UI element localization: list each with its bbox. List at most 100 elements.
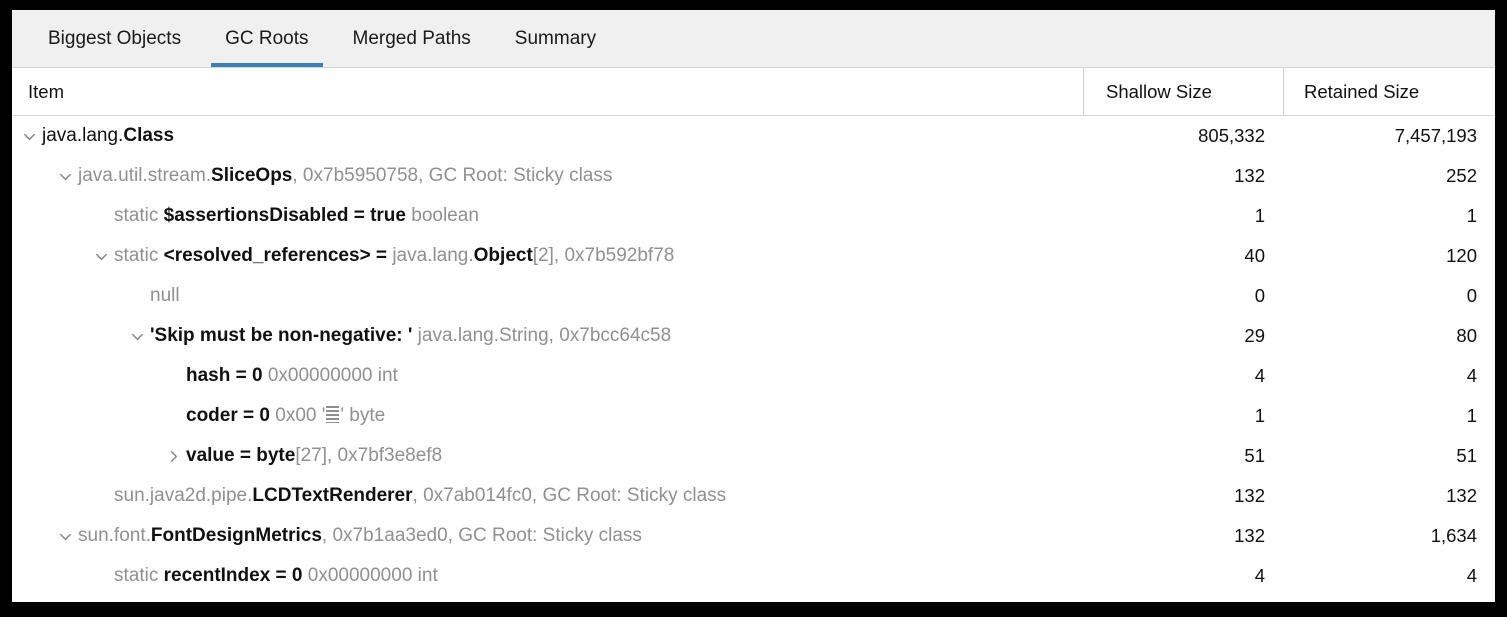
tree-item-cell[interactable]: static $assertionsDisabled = true boolea… bbox=[12, 196, 1083, 236]
tree-item-cell[interactable]: 'Skip must be non-negative: ' java.lang.… bbox=[12, 316, 1083, 356]
tree-item-label: coder = 0 0x00 ' ' byte bbox=[186, 405, 385, 427]
tree-item-label: hash = 0 0x00000000 int bbox=[186, 365, 398, 387]
tab-label: GC Roots bbox=[225, 27, 309, 49]
table-row[interactable]: value = byte[27], 0x7bf3e8ef8 51 51 bbox=[12, 436, 1495, 476]
label-segment: SliceOps bbox=[211, 165, 293, 186]
chevron-right-icon[interactable] bbox=[160, 436, 186, 476]
shallow-size-value: 1 bbox=[1254, 405, 1265, 426]
chevron-down-icon[interactable] bbox=[52, 516, 78, 556]
tab-gc-roots[interactable]: GC Roots bbox=[203, 10, 330, 67]
shallow-size-value: 1 bbox=[1254, 205, 1265, 226]
gc-roots-tree: java.lang.Class 805,332 7,457,193 java.util… bbox=[12, 116, 1495, 596]
label-segment: Class bbox=[123, 125, 175, 146]
label-segment: LCDTextRenderer bbox=[252, 485, 413, 506]
retained-size-value: 1 bbox=[1466, 205, 1477, 226]
label-segment: static bbox=[114, 245, 164, 266]
label-segment: java.lang. bbox=[42, 125, 124, 146]
twisty-placeholder bbox=[88, 556, 114, 596]
tree-item-label: static recentIndex = 0 0x00000000 int bbox=[114, 565, 438, 587]
tree-item-cell[interactable]: sun.font.FontDesignMetrics, 0x7b1aa3ed0,… bbox=[12, 516, 1083, 556]
tab-active-underline bbox=[211, 63, 323, 67]
retained-size-value: 1,634 bbox=[1430, 525, 1477, 546]
table-row[interactable]: static $assertionsDisabled = true boolea… bbox=[12, 196, 1495, 236]
tree-item-label: static <resolved_references> = java.lang… bbox=[114, 245, 674, 267]
tree-item-cell[interactable]: java.util.stream.SliceOps, 0x7b5950758, … bbox=[12, 156, 1083, 196]
label-segment: sun.font. bbox=[78, 525, 151, 546]
label-segment: , 0x7b1aa3ed0, GC Root: Sticky class bbox=[321, 525, 642, 546]
tree-item-cell[interactable]: value = byte[27], 0x7bf3e8ef8 bbox=[12, 436, 1083, 476]
twisty-placeholder bbox=[88, 476, 114, 516]
table-header-row: Item Shallow Size Retained Size bbox=[12, 68, 1495, 116]
tree-item-label: sun.font.FontDesignMetrics, 0x7b1aa3ed0,… bbox=[78, 525, 642, 547]
tree-item-label: value = byte[27], 0x7bf3e8ef8 bbox=[186, 445, 442, 467]
tree-item-cell[interactable]: java.lang.Class bbox=[12, 116, 1083, 156]
shallow-size-value: 805,332 bbox=[1198, 125, 1265, 146]
tree-item-cell[interactable]: static <resolved_references> = java.lang… bbox=[12, 236, 1083, 276]
tab-biggest-objects[interactable]: Biggest Objects bbox=[26, 10, 203, 67]
table-row[interactable]: coder = 0 0x00 ' ' byte 1 1 bbox=[12, 396, 1495, 436]
retained-size-value: 0 bbox=[1466, 285, 1477, 306]
label-segment: FontDesignMetrics bbox=[150, 525, 322, 546]
tree-item-label: java.lang.Class bbox=[42, 125, 174, 147]
tree-item-label: null bbox=[150, 285, 180, 307]
table-row[interactable]: static recentIndex = 0 0x00000000 int 4 4 bbox=[12, 556, 1495, 596]
column-header-item[interactable]: Item bbox=[12, 68, 1083, 115]
tab-summary[interactable]: Summary bbox=[493, 10, 618, 67]
column-header-shallow-size[interactable]: Shallow Size bbox=[1083, 68, 1283, 115]
retained-size-value: 4 bbox=[1466, 365, 1477, 386]
label-segment: static bbox=[114, 565, 164, 586]
label-segment: <resolved_references> = bbox=[163, 245, 393, 266]
tab-active-underline bbox=[34, 63, 195, 67]
table-row[interactable]: static <resolved_references> = java.lang… bbox=[12, 236, 1495, 276]
shallow-size-value: 4 bbox=[1254, 365, 1265, 386]
shallow-size-value: 132 bbox=[1234, 485, 1265, 506]
chevron-down-icon[interactable] bbox=[88, 236, 114, 276]
tab-active-underline bbox=[501, 63, 610, 67]
shallow-size-value: 0 bbox=[1254, 285, 1265, 306]
table-row[interactable]: hash = 0 0x00000000 int 4 4 bbox=[12, 356, 1495, 396]
chevron-down-icon[interactable] bbox=[16, 116, 42, 156]
twisty-placeholder bbox=[160, 396, 186, 436]
tree-item-label: 'Skip must be non-negative: ' java.lang.… bbox=[150, 325, 671, 347]
label-segment: 0x00000000 int bbox=[262, 365, 398, 386]
tab-bar: Biggest Objects GC Roots Merged Paths Summa… bbox=[12, 10, 1495, 68]
chevron-down-icon[interactable] bbox=[52, 156, 78, 196]
tab-label: Biggest Objects bbox=[48, 27, 182, 49]
memory-analyzer-window: Biggest Objects GC Roots Merged Paths Summa… bbox=[12, 10, 1495, 602]
tree-item-cell[interactable]: sun.java2d.pipe.LCDTextRenderer, 0x7ab01… bbox=[12, 476, 1083, 516]
label-segment: , 0x7b5950758, GC Root: Sticky class bbox=[292, 165, 613, 186]
table-row[interactable]: java.lang.Class 805,332 7,457,193 bbox=[12, 116, 1495, 156]
label-segment: [2], 0x7b592bf78 bbox=[532, 245, 675, 266]
tab-label: Merged Paths bbox=[352, 27, 471, 49]
label-segment: $assertionsDisabled = true bbox=[163, 205, 406, 226]
shallow-size-value: 4 bbox=[1254, 565, 1265, 586]
label-segment: null bbox=[150, 285, 180, 306]
table-row[interactable]: 'Skip must be non-negative: ' java.lang.… bbox=[12, 316, 1495, 356]
label-segment: value = byte bbox=[186, 445, 296, 466]
tree-item-label: sun.java2d.pipe.LCDTextRenderer, 0x7ab01… bbox=[114, 485, 726, 507]
retained-size-value: 7,457,193 bbox=[1394, 125, 1477, 146]
label-segment: boolean bbox=[405, 205, 479, 226]
retained-size-value: 252 bbox=[1446, 165, 1477, 186]
shallow-size-value: 132 bbox=[1234, 165, 1265, 186]
tab-merged-paths[interactable]: Merged Paths bbox=[331, 10, 493, 67]
shallow-size-value: 51 bbox=[1244, 445, 1265, 466]
table-row[interactable]: sun.font.FontDesignMetrics, 0x7b1aa3ed0,… bbox=[12, 516, 1495, 556]
label-segment: 0x00000000 int bbox=[302, 565, 438, 586]
retained-size-value: 120 bbox=[1446, 245, 1477, 266]
table-row[interactable]: sun.java2d.pipe.LCDTextRenderer, 0x7ab01… bbox=[12, 476, 1495, 516]
label-segment: java.lang. bbox=[392, 245, 474, 266]
twisty-placeholder bbox=[160, 356, 186, 396]
tree-item-cell[interactable]: hash = 0 0x00000000 int bbox=[12, 356, 1083, 396]
table-row[interactable]: null 0 0 bbox=[12, 276, 1495, 316]
tree-item-cell[interactable]: static recentIndex = 0 0x00000000 int bbox=[12, 556, 1083, 596]
column-header-retained-size[interactable]: Retained Size bbox=[1283, 68, 1495, 115]
label-segment: sun.java2d.pipe. bbox=[114, 485, 253, 506]
tree-item-cell[interactable]: coder = 0 0x00 ' ' byte bbox=[12, 396, 1083, 436]
table-row[interactable]: java.util.stream.SliceOps, 0x7b5950758, … bbox=[12, 156, 1495, 196]
label-segment: static bbox=[114, 205, 164, 226]
chevron-down-icon[interactable] bbox=[124, 316, 150, 356]
label-segment: , 0x7ab014fc0, GC Root: Sticky class bbox=[412, 485, 727, 506]
retained-size-value: 51 bbox=[1456, 445, 1477, 466]
tree-item-cell[interactable]: null bbox=[12, 276, 1083, 316]
